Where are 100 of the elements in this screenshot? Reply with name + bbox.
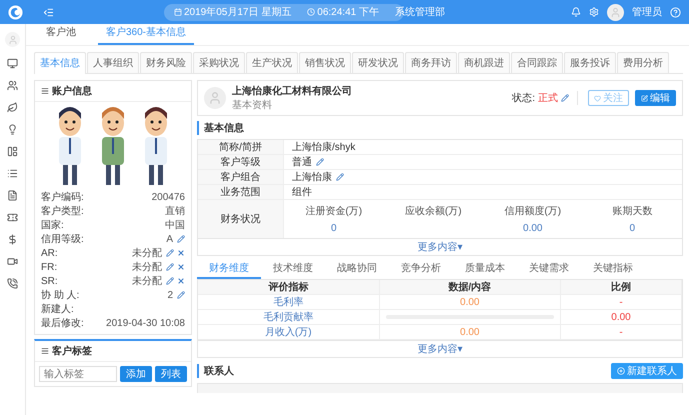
company-avatar [204, 87, 226, 109]
row-label: 业务范围 [198, 185, 284, 199]
user-name[interactable]: 管理员 [632, 5, 662, 19]
page-tab[interactable]: 客户360-基本信息 [98, 25, 194, 45]
field-label: 最后修改: [41, 316, 84, 330]
more-link[interactable]: 更多内容▾ [197, 341, 683, 358]
table-cell: 月收入(万) [198, 325, 380, 340]
document-icon[interactable] [7, 190, 18, 201]
field-value: 2 [167, 290, 173, 300]
field-value: 200476 [152, 192, 185, 202]
tag-input-field[interactable]: 输入标签 [39, 366, 117, 382]
edit-button[interactable]: 编辑 [635, 90, 676, 106]
field-value: 未分配 [132, 246, 162, 260]
date-text: 2019年05月17日 星期五 [174, 5, 292, 19]
dimension-tab[interactable]: 战略协同 [325, 259, 389, 279]
row-value: 组件 [292, 186, 312, 199]
list-icon [41, 347, 49, 355]
help-icon[interactable] [670, 6, 681, 18]
section-tab[interactable]: 研发状况 [352, 52, 404, 73]
list-icon [41, 87, 49, 95]
field-label: 客户类型: [41, 204, 84, 218]
field-label: 协 助 人: [41, 288, 80, 302]
pencil-icon[interactable] [166, 277, 174, 285]
column-header: 数据/内容 [380, 280, 561, 295]
section-tab[interactable]: 销售状况 [299, 52, 351, 73]
pencil-icon[interactable] [177, 291, 185, 299]
company-subtitle: 基本资料 [232, 98, 273, 112]
section-tab[interactable]: 商务拜访 [405, 52, 457, 73]
section-tab[interactable]: 生产状况 [246, 52, 298, 73]
company-name: 上海怡康化工材料有限公司 [232, 84, 352, 98]
pencil-icon[interactable] [336, 173, 344, 181]
pencil-icon[interactable] [316, 158, 324, 166]
bell-icon[interactable] [571, 7, 581, 17]
field-label: 信用等级: [41, 233, 84, 246]
row-label: 财务状况 [198, 200, 284, 238]
dollar-icon[interactable] [7, 234, 18, 245]
pencil-icon[interactable] [561, 94, 569, 102]
tag-action-button[interactable]: 列表 [155, 366, 187, 382]
row-value: 普通 [292, 156, 312, 169]
users-icon[interactable] [7, 80, 18, 91]
lightbulb-icon[interactable] [7, 124, 18, 135]
dimension-tab[interactable]: 质量成本 [453, 259, 517, 279]
more-link[interactable]: 更多内容▾ [197, 239, 683, 256]
panel-title: 账户信息 [52, 84, 92, 98]
table-cell: 0.00 [561, 310, 682, 325]
table-cell: - [561, 325, 682, 340]
monitor-icon[interactable] [7, 58, 18, 69]
pencil-icon[interactable] [177, 235, 185, 243]
list-icon[interactable] [7, 168, 18, 179]
remove-icon[interactable] [177, 277, 185, 285]
ticket-icon[interactable] [7, 212, 18, 223]
field-label: FR: [41, 262, 58, 272]
remove-icon[interactable] [177, 263, 185, 271]
user-avatar[interactable] [607, 4, 624, 20]
field-value: 未分配 [132, 260, 162, 274]
table-cell: 0.00 [380, 295, 561, 310]
section-tab[interactable]: 财务风险 [140, 52, 192, 73]
table-cell: 毛利贡献率 [198, 310, 380, 325]
section-tab[interactable]: 合同跟踪 [511, 52, 563, 73]
page-tab[interactable]: 客户池 [38, 25, 84, 45]
pencil-icon[interactable] [166, 263, 174, 271]
panel-icon[interactable] [7, 146, 18, 157]
section-title: 基本信息 [197, 121, 244, 135]
menu-toggle-icon[interactable] [43, 6, 54, 18]
finance-label: 应收余额(万) [404, 204, 463, 218]
avatar-placeholder [5, 32, 20, 47]
section-tab[interactable]: 基本信息 [34, 52, 86, 74]
dimension-tab[interactable]: 关键指标 [581, 259, 645, 279]
table-cell: 0.00 [380, 325, 561, 340]
settings-icon[interactable] [589, 7, 599, 17]
new-contact-button[interactable]: 新建联系人 [611, 363, 683, 379]
dimension-tab[interactable]: 关键需求 [517, 259, 581, 279]
heart-icon [594, 94, 601, 102]
remove-icon[interactable] [177, 249, 185, 257]
column-header: 比例 [561, 280, 682, 295]
plus-circle-icon [617, 367, 625, 375]
row-label: 客户组合 [198, 170, 284, 184]
table-cell: 毛利率 [198, 295, 380, 310]
logo-icon [8, 4, 23, 20]
calendar-icon [174, 8, 182, 16]
row-label: 简称/简拼 [198, 140, 284, 154]
field-value: 中国 [165, 218, 185, 232]
field-label: 国家: [41, 218, 64, 232]
section-tab[interactable]: 服务投诉 [564, 52, 616, 73]
section-tab[interactable]: 采购状况 [193, 52, 245, 73]
dimension-tab[interactable]: 技术维度 [261, 259, 325, 279]
section-tab[interactable]: 费用分析 [617, 52, 669, 73]
dimension-tab[interactable]: 竞争分析 [389, 259, 453, 279]
section-tab[interactable]: 商机跟进 [458, 52, 510, 73]
row-value: 上海怡康/shyk [292, 140, 356, 154]
video-camera-icon[interactable] [7, 256, 18, 267]
finance-label: 账期天数 [611, 204, 654, 218]
clock-icon [307, 8, 316, 16]
field-label: 客户编码: [41, 190, 84, 204]
tag-action-button[interactable]: 添加 [120, 366, 152, 382]
leaf-icon[interactable] [7, 102, 18, 113]
phone-icon[interactable] [7, 278, 18, 289]
table-cell: - [561, 295, 682, 310]
section-tab[interactable]: 人事组织 [87, 52, 139, 73]
pencil-icon[interactable] [166, 249, 174, 257]
